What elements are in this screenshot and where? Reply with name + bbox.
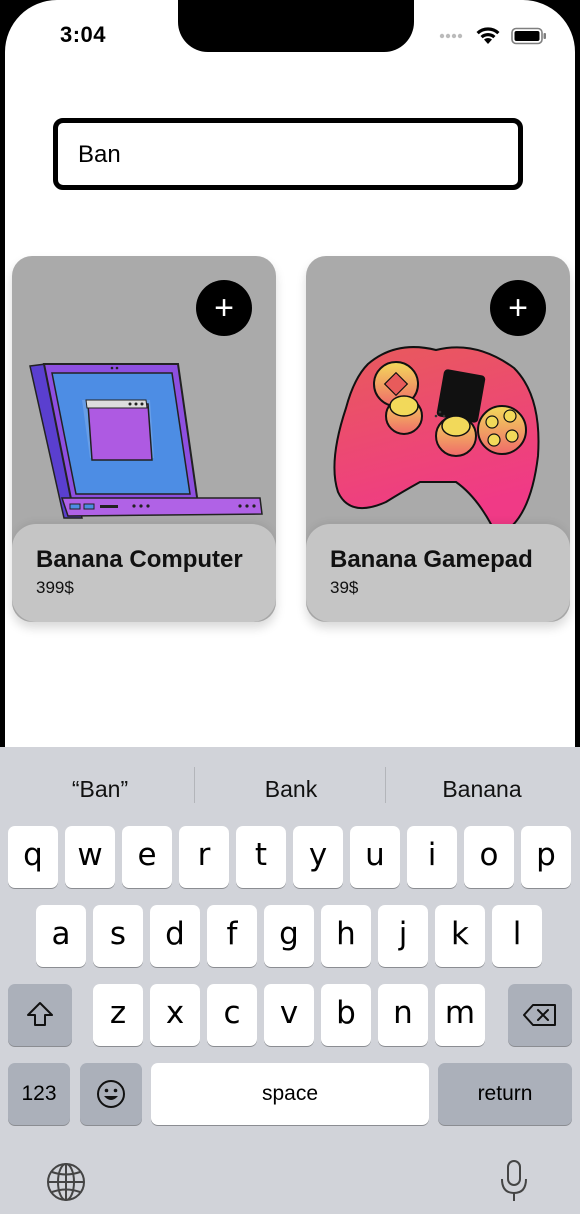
product-price: 39$ (330, 578, 359, 597)
product-card[interactable]: + Banana Computer 399$ (12, 256, 276, 622)
product-card[interactable]: + Banana Gamepad 39$ (306, 256, 570, 622)
key-x[interactable]: x (150, 984, 200, 1046)
cellular-signal-icon (439, 33, 463, 39)
key-v[interactable]: v (264, 984, 314, 1046)
key-k[interactable]: k (435, 905, 485, 967)
key-i[interactable]: i (407, 826, 457, 888)
backspace-icon (523, 1004, 556, 1026)
key-r[interactable]: r (179, 826, 229, 888)
battery-icon (511, 27, 546, 45)
key-s[interactable]: s (93, 905, 143, 967)
key-a[interactable]: a (36, 905, 86, 967)
emoji-icon (97, 1080, 125, 1108)
key-h[interactable]: h (321, 905, 371, 967)
key-b[interactable]: b (321, 984, 371, 1046)
device-notch (178, 0, 414, 52)
add-to-cart-button[interactable]: + (490, 280, 546, 336)
product-info-panel: Banana Computer 399$ (12, 524, 276, 622)
key-e[interactable]: e (122, 826, 172, 888)
key-w[interactable]: w (65, 826, 115, 888)
key-c[interactable]: c (207, 984, 257, 1046)
key-d[interactable]: d (150, 905, 200, 967)
status-icons (439, 26, 547, 46)
suggestion-divider (194, 767, 195, 803)
suggestion-item[interactable]: Banana (387, 769, 577, 809)
key-g[interactable]: g (264, 905, 314, 967)
key-q[interactable]: q (8, 826, 58, 888)
suggestion-item[interactable]: Bank (196, 769, 386, 809)
status-time: 3:04 (60, 22, 107, 47)
add-to-cart-button[interactable]: + (196, 280, 252, 336)
key-u[interactable]: u (350, 826, 400, 888)
globe-icon[interactable] (45, 1161, 87, 1203)
phone-frame: 3:04 Ban + Banana Computer 399$ + Banana… (0, 0, 580, 1214)
delete-key[interactable] (508, 984, 572, 1046)
key-y[interactable]: y (293, 826, 343, 888)
suggestion-divider (385, 767, 386, 803)
search-field[interactable] (53, 118, 523, 190)
wifi-icon (476, 27, 500, 44)
key-n[interactable]: n (378, 984, 428, 1046)
emoji-key[interactable] (80, 1063, 142, 1125)
onscreen-keyboard: “Ban” Bank Banana q w e r t y u i o p a … (0, 747, 580, 1214)
key-t[interactable]: t (236, 826, 286, 888)
key-z[interactable]: z (93, 984, 143, 1046)
numbers-key[interactable]: 123 (8, 1063, 70, 1125)
key-o[interactable]: o (464, 826, 514, 888)
key-p[interactable]: p (521, 826, 571, 888)
shift-key[interactable] (8, 984, 72, 1046)
shift-arrow-icon (27, 1002, 53, 1026)
return-key[interactable]: return (438, 1063, 572, 1125)
key-m[interactable]: m (435, 984, 485, 1046)
search-input[interactable] (78, 141, 498, 169)
space-key[interactable]: space (151, 1063, 429, 1125)
key-l[interactable]: l (492, 905, 542, 967)
product-price: 399$ (36, 578, 74, 597)
product-info-panel: Banana Gamepad 39$ (306, 524, 570, 622)
key-f[interactable]: f (207, 905, 257, 967)
microphone-icon[interactable] (498, 1159, 530, 1203)
product-name: Banana Computer (36, 546, 243, 573)
suggestion-item[interactable]: “Ban” (5, 769, 195, 809)
product-name: Banana Gamepad (330, 546, 533, 573)
key-j[interactable]: j (378, 905, 428, 967)
